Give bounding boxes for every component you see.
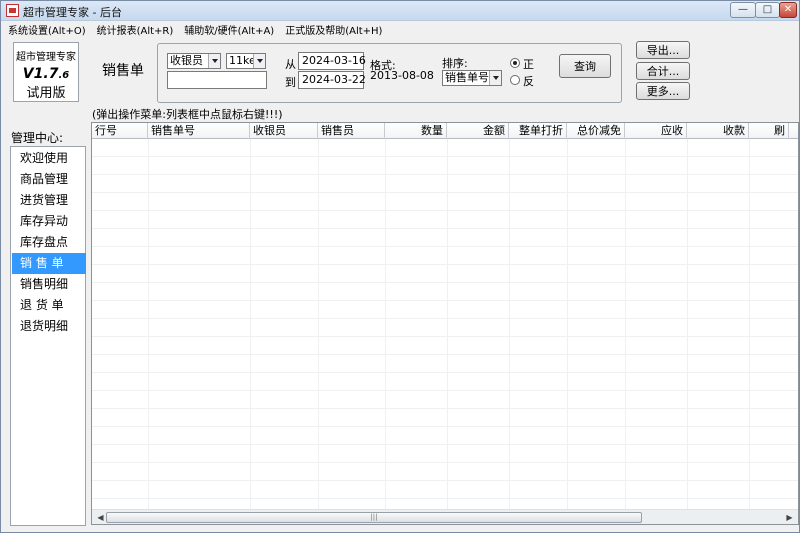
user-name-select[interactable]: 11ke: [226, 53, 266, 69]
main-window: 超市管理专家 - 后台 — □ ✕ 系统设置(Alt+O) 统计报表(Alt+R…: [0, 0, 800, 533]
menu-accessories[interactable]: 辅助软/硬件(Alt+A): [180, 22, 278, 37]
column-header[interactable]: 刷: [749, 123, 789, 139]
sort-label: 排序:: [442, 57, 468, 70]
column-header[interactable]: 总价减免: [567, 123, 625, 139]
menu-bar: 系统设置(Alt+O) 统计报表(Alt+R) 辅助软/硬件(Alt+A) 正式…: [1, 21, 799, 37]
sidebar-item-sales-orders[interactable]: 销 售 单: [12, 253, 86, 274]
column-divider: [385, 139, 386, 509]
date-from-label: 从: [285, 58, 296, 71]
sidebar-item-welcome[interactable]: 欢迎使用: [12, 148, 86, 169]
user-name-select-value: 11ke: [229, 54, 256, 67]
column-header[interactable]: 应收: [625, 123, 687, 139]
sidebar-item-returns[interactable]: 退 货 单: [12, 295, 86, 316]
order-desc-radio[interactable]: [510, 75, 520, 85]
query-panel: 收银员 11ke 从 2024-03-16 到 2024-03-22 格式: 2…: [157, 43, 622, 103]
total-button[interactable]: 合计...: [636, 62, 690, 80]
chevron-down-icon[interactable]: [208, 54, 220, 68]
more-button[interactable]: 更多...: [636, 82, 690, 100]
order-asc-radio[interactable]: [510, 58, 520, 68]
page-title: 销售单: [102, 63, 144, 79]
column-divider: [148, 139, 149, 509]
order-asc-label: 正: [523, 58, 534, 71]
column-header[interactable]: 数量: [385, 123, 447, 139]
chevron-down-icon[interactable]: [489, 71, 501, 85]
user-type-select[interactable]: 收银员: [167, 53, 221, 69]
user-type-select-value: 收银员: [170, 54, 203, 67]
sidebar-item-return-details[interactable]: 退货明细: [12, 316, 86, 337]
context-menu-hint: (弹出操作菜单:列表框中点鼠标右键!!!): [92, 108, 283, 121]
logo-name: 超市管理专家: [16, 52, 76, 63]
menu-reports[interactable]: 统计报表(Alt+R): [93, 22, 178, 37]
sidebar-item-stock-changes[interactable]: 库存异动: [12, 211, 86, 232]
column-header[interactable]: 行号: [92, 123, 148, 139]
query-button[interactable]: 查询: [559, 54, 611, 78]
column-header[interactable]: 销售单号: [148, 123, 250, 139]
scrollbar-thumb[interactable]: |||: [106, 512, 642, 523]
column-header[interactable]: 收银员: [250, 123, 318, 139]
sort-select-value: 销售单号: [445, 71, 489, 84]
logo-version-minor: .6: [58, 70, 70, 81]
column-divider: [250, 139, 251, 509]
maximize-button[interactable]: □: [755, 2, 780, 18]
format-example: 2013-08-08: [370, 69, 434, 82]
sort-select[interactable]: 销售单号: [442, 70, 502, 86]
keyword-input[interactable]: [167, 71, 267, 89]
logo-version-main: V1.7: [22, 66, 59, 82]
sidebar-item-products[interactable]: 商品管理: [12, 169, 86, 190]
sidebar-item-sales-details[interactable]: 销售明细: [12, 274, 86, 295]
app-icon: [6, 4, 19, 17]
column-divider: [749, 139, 750, 509]
sidebar-item-purchasing[interactable]: 进货管理: [12, 190, 86, 211]
close-button[interactable]: ✕: [779, 2, 797, 18]
menu-system-settings[interactable]: 系统设置(Alt+O): [4, 22, 90, 37]
column-divider: [447, 139, 448, 509]
export-button[interactable]: 导出...: [636, 41, 690, 59]
date-from-input[interactable]: 2024-03-16: [298, 52, 366, 70]
column-header[interactable]: 金额: [447, 123, 509, 139]
date-to-input[interactable]: 2024-03-22: [298, 71, 366, 89]
chevron-down-icon[interactable]: [253, 54, 265, 68]
column-header[interactable]: 整单打折: [509, 123, 567, 139]
table-body[interactable]: [92, 139, 798, 509]
date-to-label: 到: [285, 76, 296, 89]
column-divider: [625, 139, 626, 509]
logo-edition: 试用版: [26, 86, 66, 101]
scroll-right-icon[interactable]: ▶: [782, 511, 797, 524]
sidebar-item-stocktaking[interactable]: 库存盘点: [12, 232, 86, 253]
horizontal-scrollbar[interactable]: ◀ ||| ▶: [92, 509, 798, 524]
sidebar: 欢迎使用 商品管理 进货管理 库存异动 库存盘点 销 售 单 销售明细 退 货 …: [10, 146, 86, 526]
window-title: 超市管理专家 - 后台: [23, 6, 122, 19]
menu-help[interactable]: 正式版及帮助(Alt+H): [281, 22, 386, 37]
table-header: 行号 销售单号 收银员 销售员 数量 金额 整单打折 总价减免 应收 收款 刷: [92, 123, 798, 139]
column-divider: [567, 139, 568, 509]
column-divider: [687, 139, 688, 509]
minimize-button[interactable]: —: [730, 2, 756, 18]
column-header[interactable]: 收款: [687, 123, 749, 139]
title-bar[interactable]: 超市管理专家 - 后台 — □ ✕: [1, 1, 799, 21]
column-divider: [509, 139, 510, 509]
column-header[interactable]: 销售员: [318, 123, 385, 139]
column-divider: [318, 139, 319, 509]
sidebar-title: 管理中心:: [11, 131, 64, 145]
order-desc-label: 反: [523, 75, 534, 88]
sales-order-table[interactable]: 行号 销售单号 收银员 销售员 数量 金额 整单打折 总价减免 应收 收款 刷 …: [91, 122, 799, 525]
app-logo: 超市管理专家 V1.7.6 试用版: [13, 42, 79, 102]
logo-version: V1.7.6: [14, 66, 78, 82]
